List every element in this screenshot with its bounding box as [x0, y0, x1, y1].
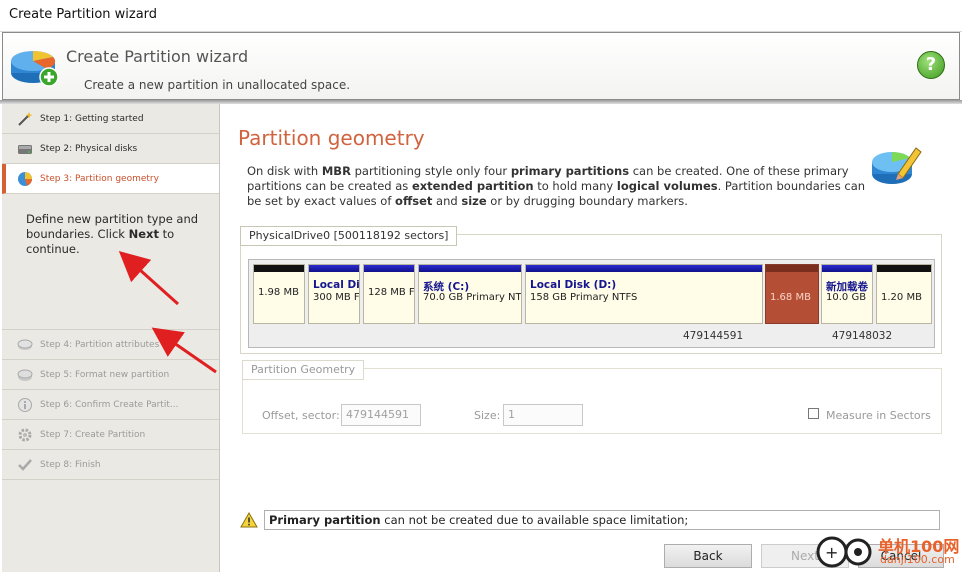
status-message: Primary partition can not be created due…	[264, 510, 940, 530]
window-title: Create Partition wizard	[9, 7, 158, 22]
unallocated-selected-block[interactable]: 1.68 MB	[765, 264, 819, 324]
step-label: Step 8: Finish	[40, 459, 101, 470]
svg-text:+: +	[825, 543, 838, 562]
wizard-steps-sidebar: Step 1: Getting started Step 2: Physical…	[2, 104, 220, 572]
partition-icon	[16, 170, 34, 188]
step-partition-geometry[interactable]: Step 3: Partition geometry	[2, 164, 219, 194]
warning-icon	[240, 512, 258, 528]
step-description: Define new partition type and boundaries…	[2, 194, 219, 330]
step-label: Step 2: Physical disks	[40, 143, 138, 154]
measure-in-sectors-label: Measure in Sectors	[826, 409, 931, 422]
sector-end-label: 479148032	[832, 330, 893, 342]
partition-geometry-description: On disk with MBR partitioning style only…	[247, 164, 866, 208]
step-format-new-partition: Step 5: Format new partition	[2, 360, 219, 390]
step-create-partition: Step 7: Create Partition	[2, 420, 219, 450]
step-physical-disks[interactable]: Step 2: Physical disks	[2, 134, 219, 164]
partition-info: 10.0 GB	[826, 292, 867, 303]
header-subtitle: Create a new partition in unallocated sp…	[84, 78, 351, 92]
info-icon	[16, 396, 34, 414]
wizard-header: Create Partition wizard Create a new par…	[2, 32, 960, 100]
partition-wizard-logo-icon	[11, 51, 59, 87]
partition-geometry-label: Partition Geometry	[242, 360, 365, 380]
disk-layout-map[interactable]: 1.98 MB Local Dis 300 MB F 128 MB F 系统 (…	[248, 259, 935, 348]
partition-block[interactable]: Local Dis 300 MB F	[308, 264, 360, 324]
partition-info: 1.98 MB	[258, 287, 299, 298]
header-title: Create Partition wizard	[66, 47, 249, 66]
partition-info: 158 GB Primary NTFS	[530, 292, 638, 303]
wand-icon	[16, 110, 34, 128]
help-button[interactable]: ?	[917, 51, 945, 79]
title-bar: Create Partition wizard	[0, 0, 962, 32]
partition-info: 1.20 MB	[881, 292, 922, 303]
disk-edit-icon	[872, 147, 922, 184]
hard-disk-icon	[16, 140, 34, 158]
step-confirm-create-partition: Step 6: Confirm Create Partit...	[2, 390, 219, 420]
partition-info: 70.0 GB Primary NT	[423, 292, 522, 303]
step-label: Step 3: Partition geometry	[40, 173, 159, 184]
partition-block[interactable]: 1.20 MB	[876, 264, 932, 324]
step-getting-started[interactable]: Step 1: Getting started	[2, 104, 219, 134]
step-label: Step 5: Format new partition	[40, 369, 170, 380]
partition-block[interactable]: 1.98 MB	[253, 264, 305, 324]
measure-in-sectors-checkbox[interactable]	[808, 408, 819, 419]
step-label: Step 4: Partition attributes	[40, 339, 160, 350]
step-finish: Step 8: Finish	[2, 450, 219, 480]
check-icon	[16, 456, 34, 474]
partition-block-c[interactable]: 系统 (C:) 70.0 GB Primary NT	[418, 264, 522, 324]
gear-icon	[16, 426, 34, 444]
back-button[interactable]: Back	[664, 544, 752, 568]
partition-block-d[interactable]: Local Disk (D:) 158 GB Primary NTFS	[525, 264, 763, 324]
create-partition-window: Create Partition wizard Create Partition…	[0, 0, 962, 572]
physical-drive-label: PhysicalDrive0 [500118192 sectors]	[240, 226, 458, 246]
partition-info: 300 MB F	[313, 292, 360, 303]
partition-name: Local Dis	[313, 279, 360, 291]
size-label: Size:	[474, 409, 501, 422]
size-input[interactable]: 1	[503, 404, 583, 426]
watermark-url: danji100.com	[880, 553, 955, 566]
partition-info: 1.68 MB	[770, 292, 811, 303]
step-partition-attributes: Step 4: Partition attributes	[2, 330, 219, 360]
step-label: Step 6: Confirm Create Partit...	[40, 399, 179, 410]
step-label: Step 7: Create Partition	[40, 429, 146, 440]
sector-start-label: 479144591	[683, 330, 744, 342]
step-label: Step 1: Getting started	[40, 113, 144, 124]
attributes-icon	[16, 336, 34, 354]
format-icon	[16, 366, 34, 384]
page-title: Partition geometry	[238, 126, 425, 150]
partition-block[interactable]: 新加载卷 10.0 GB	[821, 264, 873, 324]
partition-name: Local Disk (D:)	[530, 279, 617, 291]
offset-label: Offset, sector:	[262, 409, 340, 422]
partition-block[interactable]: 128 MB F	[363, 264, 415, 324]
partition-info: 128 MB F	[368, 287, 415, 298]
offset-sector-input[interactable]: 479144591	[341, 404, 421, 426]
